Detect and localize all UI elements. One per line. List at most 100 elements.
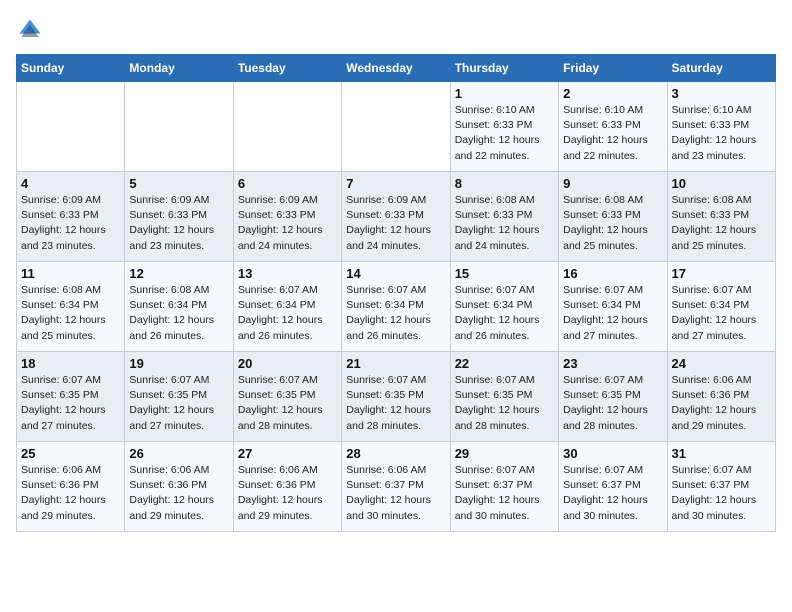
calendar-cell: 28 Sunrise: 6:06 AM Sunset: 6:37 PM Dayli… xyxy=(342,442,450,532)
day-info: Sunrise: 6:06 AM Sunset: 6:37 PM Dayligh… xyxy=(346,463,445,524)
calendar-cell: 12 Sunrise: 6:08 AM Sunset: 6:34 PM Dayli… xyxy=(125,262,233,352)
calendar-cell: 19 Sunrise: 6:07 AM Sunset: 6:35 PM Dayli… xyxy=(125,352,233,442)
day-number: 22 xyxy=(455,356,554,371)
calendar-cell: 22 Sunrise: 6:07 AM Sunset: 6:35 PM Dayli… xyxy=(450,352,558,442)
calendar-cell: 9Sunrise: 6:08 AM Sunset: 6:33 PM Daylig… xyxy=(559,172,667,262)
calendar-cell xyxy=(17,82,125,172)
day-info: Sunrise: 6:07 AM Sunset: 6:34 PM Dayligh… xyxy=(672,283,771,344)
day-info: Sunrise: 6:07 AM Sunset: 6:35 PM Dayligh… xyxy=(455,373,554,434)
day-number: 12 xyxy=(129,266,228,281)
calendar-cell xyxy=(233,82,341,172)
day-info: Sunrise: 6:09 AM Sunset: 6:33 PM Dayligh… xyxy=(21,193,120,254)
calendar-header: SundayMondayTuesdayWednesdayThursdayFrid… xyxy=(17,55,776,82)
logo-icon xyxy=(16,16,44,44)
calendar-cell: 16 Sunrise: 6:07 AM Sunset: 6:34 PM Dayli… xyxy=(559,262,667,352)
day-number: 24 xyxy=(672,356,771,371)
calendar-table: SundayMondayTuesdayWednesdayThursdayFrid… xyxy=(16,54,776,532)
weekday-header: Thursday xyxy=(450,55,558,82)
calendar-cell: 15 Sunrise: 6:07 AM Sunset: 6:34 PM Dayli… xyxy=(450,262,558,352)
day-info: Sunrise: 6:07 AM Sunset: 6:35 PM Dayligh… xyxy=(21,373,120,434)
calendar-cell: 11 Sunrise: 6:08 AM Sunset: 6:34 PM Dayli… xyxy=(17,262,125,352)
calendar-cell: 17 Sunrise: 6:07 AM Sunset: 6:34 PM Dayli… xyxy=(667,262,775,352)
calendar-cell: 5 Sunrise: 6:09 AM Sunset: 6:33 PM Daylig… xyxy=(125,172,233,262)
day-number: 3 xyxy=(672,86,771,101)
day-number: 7 xyxy=(346,176,445,191)
weekday-header: Saturday xyxy=(667,55,775,82)
day-info: Sunrise: 6:07 AM Sunset: 6:35 PM Dayligh… xyxy=(238,373,337,434)
day-info: Sunrise: 6:07 AM Sunset: 6:35 PM Dayligh… xyxy=(129,373,228,434)
calendar-cell: 29 Sunrise: 6:07 AM Sunset: 6:37 PM Dayli… xyxy=(450,442,558,532)
day-number: 16 xyxy=(563,266,662,281)
calendar-cell xyxy=(342,82,450,172)
day-info: Sunrise: 6:07 AM Sunset: 6:35 PM Dayligh… xyxy=(563,373,662,434)
day-info: Sunrise: 6:08 AM Sunset: 6:33 PM Dayligh… xyxy=(672,193,771,254)
calendar-cell xyxy=(125,82,233,172)
calendar-cell: 1 Sunrise: 6:10 AM Sunset: 6:33 PM Daylig… xyxy=(450,82,558,172)
day-number: 5 xyxy=(129,176,228,191)
day-number: 20 xyxy=(238,356,337,371)
day-info: Sunrise: 6:10 AM Sunset: 6:33 PM Dayligh… xyxy=(672,103,771,164)
day-info: Sunrise: 6:08 AM Sunset: 6:34 PM Dayligh… xyxy=(21,283,120,344)
day-info: Sunrise: 6:09 AM Sunset: 6:33 PM Dayligh… xyxy=(129,193,228,254)
day-info: Sunrise: 6:08 AM Sunset: 6:33 PM Dayligh… xyxy=(455,193,554,254)
day-info: Sunrise: 6:07 AM Sunset: 6:34 PM Dayligh… xyxy=(563,283,662,344)
day-number: 17 xyxy=(672,266,771,281)
calendar-cell: 23Sunrise: 6:07 AM Sunset: 6:35 PM Dayli… xyxy=(559,352,667,442)
weekday-header: Tuesday xyxy=(233,55,341,82)
calendar-cell: 18Sunrise: 6:07 AM Sunset: 6:35 PM Dayli… xyxy=(17,352,125,442)
page-header xyxy=(16,16,776,44)
day-info: Sunrise: 6:06 AM Sunset: 6:36 PM Dayligh… xyxy=(21,463,120,524)
day-info: Sunrise: 6:08 AM Sunset: 6:34 PM Dayligh… xyxy=(129,283,228,344)
weekday-header: Sunday xyxy=(17,55,125,82)
logo xyxy=(16,16,48,44)
day-info: Sunrise: 6:07 AM Sunset: 6:34 PM Dayligh… xyxy=(238,283,337,344)
day-number: 8 xyxy=(455,176,554,191)
day-number: 29 xyxy=(455,446,554,461)
calendar-cell: 14 Sunrise: 6:07 AM Sunset: 6:34 PM Dayli… xyxy=(342,262,450,352)
day-number: 15 xyxy=(455,266,554,281)
calendar-cell: 13Sunrise: 6:07 AM Sunset: 6:34 PM Dayli… xyxy=(233,262,341,352)
calendar-cell: 2 Sunrise: 6:10 AM Sunset: 6:33 PM Daylig… xyxy=(559,82,667,172)
day-info: Sunrise: 6:06 AM Sunset: 6:36 PM Dayligh… xyxy=(238,463,337,524)
calendar-cell: 24 Sunrise: 6:06 AM Sunset: 6:36 PM Dayli… xyxy=(667,352,775,442)
day-number: 1 xyxy=(455,86,554,101)
day-number: 30 xyxy=(563,446,662,461)
day-number: 27 xyxy=(238,446,337,461)
day-info: Sunrise: 6:09 AM Sunset: 6:33 PM Dayligh… xyxy=(346,193,445,254)
calendar-cell: 8 Sunrise: 6:08 AM Sunset: 6:33 PM Daylig… xyxy=(450,172,558,262)
day-info: Sunrise: 6:07 AM Sunset: 6:37 PM Dayligh… xyxy=(563,463,662,524)
day-number: 9 xyxy=(563,176,662,191)
calendar-cell: 7 Sunrise: 6:09 AM Sunset: 6:33 PM Daylig… xyxy=(342,172,450,262)
calendar-cell: 30 Sunrise: 6:07 AM Sunset: 6:37 PM Dayli… xyxy=(559,442,667,532)
day-info: Sunrise: 6:07 AM Sunset: 6:37 PM Dayligh… xyxy=(455,463,554,524)
day-number: 4 xyxy=(21,176,120,191)
day-number: 10 xyxy=(672,176,771,191)
day-number: 6 xyxy=(238,176,337,191)
calendar-cell: 27 Sunrise: 6:06 AM Sunset: 6:36 PM Dayli… xyxy=(233,442,341,532)
day-number: 19 xyxy=(129,356,228,371)
day-info: Sunrise: 6:07 AM Sunset: 6:34 PM Dayligh… xyxy=(346,283,445,344)
day-number: 28 xyxy=(346,446,445,461)
calendar-cell: 20 Sunrise: 6:07 AM Sunset: 6:35 PM Dayli… xyxy=(233,352,341,442)
weekday-header: Monday xyxy=(125,55,233,82)
calendar-cell: 25 Sunrise: 6:06 AM Sunset: 6:36 PM Dayli… xyxy=(17,442,125,532)
day-number: 2 xyxy=(563,86,662,101)
calendar-cell: 21Sunrise: 6:07 AM Sunset: 6:35 PM Dayli… xyxy=(342,352,450,442)
day-info: Sunrise: 6:10 AM Sunset: 6:33 PM Dayligh… xyxy=(455,103,554,164)
day-number: 26 xyxy=(129,446,228,461)
day-info: Sunrise: 6:07 AM Sunset: 6:37 PM Dayligh… xyxy=(672,463,771,524)
day-info: Sunrise: 6:06 AM Sunset: 6:36 PM Dayligh… xyxy=(672,373,771,434)
day-info: Sunrise: 6:06 AM Sunset: 6:36 PM Dayligh… xyxy=(129,463,228,524)
day-number: 14 xyxy=(346,266,445,281)
day-info: Sunrise: 6:09 AM Sunset: 6:33 PM Dayligh… xyxy=(238,193,337,254)
calendar-cell: 4 Sunrise: 6:09 AM Sunset: 6:33 PM Daylig… xyxy=(17,172,125,262)
day-info: Sunrise: 6:07 AM Sunset: 6:34 PM Dayligh… xyxy=(455,283,554,344)
day-number: 11 xyxy=(21,266,120,281)
day-info: Sunrise: 6:07 AM Sunset: 6:35 PM Dayligh… xyxy=(346,373,445,434)
weekday-header: Wednesday xyxy=(342,55,450,82)
calendar-cell: 3 Sunrise: 6:10 AM Sunset: 6:33 PM Daylig… xyxy=(667,82,775,172)
day-number: 25 xyxy=(21,446,120,461)
day-info: Sunrise: 6:10 AM Sunset: 6:33 PM Dayligh… xyxy=(563,103,662,164)
day-number: 31 xyxy=(672,446,771,461)
calendar-cell: 10 Sunrise: 6:08 AM Sunset: 6:33 PM Dayli… xyxy=(667,172,775,262)
